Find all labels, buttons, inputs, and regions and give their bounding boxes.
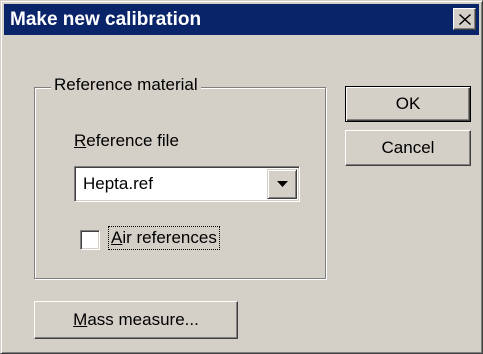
reference-file-dropdown-button[interactable]: [267, 169, 297, 199]
reference-file-value: Hepta.ref: [83, 174, 153, 193]
calibration-dialog: Make new calibration Reference material …: [0, 0, 483, 354]
reference-material-legend: Reference material: [51, 75, 201, 95]
title-bar[interactable]: Make new calibration: [4, 4, 479, 35]
ok-button-label: OK: [395, 94, 421, 113]
mass-measure-button[interactable]: Mass measure...: [34, 301, 238, 339]
mass-measure-button-label: Mass measure...: [73, 310, 199, 329]
reference-file-select[interactable]: Hepta.ref: [74, 166, 300, 202]
ok-button[interactable]: OK: [345, 86, 471, 122]
cancel-button-label: Cancel: [381, 138, 435, 157]
air-references-checkbox[interactable]: [80, 230, 100, 250]
chevron-down-icon: [277, 181, 288, 187]
window-title: Make new calibration: [10, 9, 202, 30]
cancel-button[interactable]: Cancel: [345, 130, 471, 166]
close-button[interactable]: [453, 8, 476, 30]
air-references-label[interactable]: Air references: [108, 226, 220, 250]
reference-file-label: Reference file: [74, 131, 179, 150]
close-icon: [459, 14, 471, 25]
